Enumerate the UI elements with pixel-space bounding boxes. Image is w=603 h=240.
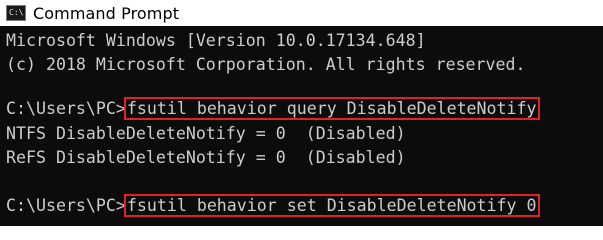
highlighted-command: fsutil behavior query DisableDeleteNotif… xyxy=(123,97,540,120)
console-line-copyright: (c) 2018 Microsoft Corporation. All righ… xyxy=(6,55,526,74)
highlighted-command: fsutil behavior set DisableDeleteNotify … xyxy=(123,194,540,217)
prompt: C:\Users\PC> xyxy=(6,196,126,215)
console-output[interactable]: Microsoft Windows [Version 10.0.17134.64… xyxy=(6,27,603,226)
console-line-ntfs-result: NTFS DisableDeleteNotify = 0 (Disabled) xyxy=(6,124,406,143)
cmd-icon: C:\ xyxy=(6,5,26,21)
console-line-version: Microsoft Windows [Version 10.0.17134.64… xyxy=(6,31,426,50)
console-line-query-command: C:\Users\PC>fsutil behavior query Disabl… xyxy=(6,97,540,120)
prompt: C:\Users\PC> xyxy=(6,99,126,118)
console-line-refs-result: ReFS DisableDeleteNotify = 0 (Disabled) xyxy=(6,148,406,167)
title-bar[interactable]: C:\ Command Prompt xyxy=(0,0,603,26)
console-line-set-command: C:\Users\PC>fsutil behavior set DisableD… xyxy=(6,194,540,217)
command-prompt-window: C:\ Command Prompt Microsoft Windows [Ve… xyxy=(0,0,603,226)
window-title: Command Prompt xyxy=(33,3,180,23)
